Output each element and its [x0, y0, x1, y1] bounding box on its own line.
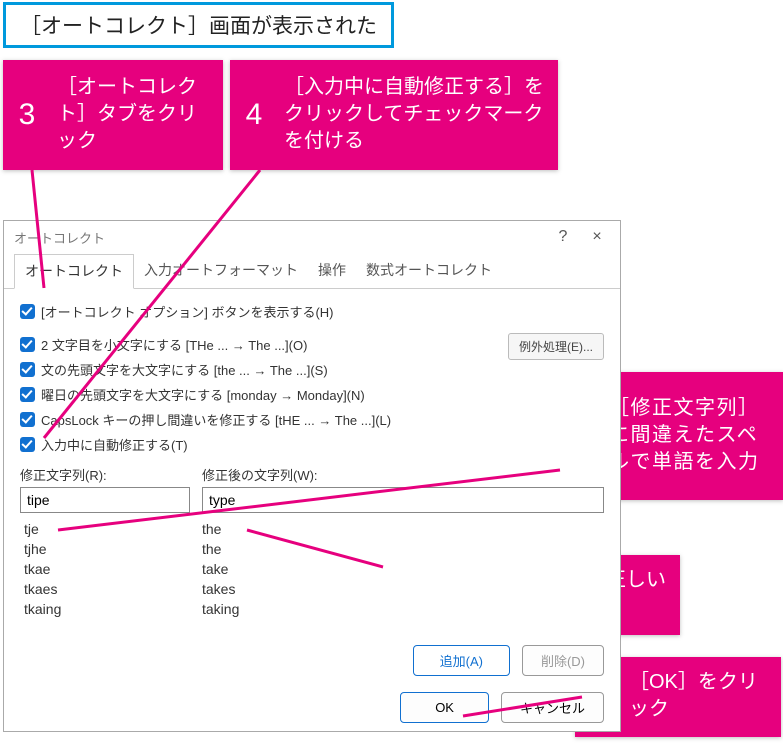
check-label: 曜日の先頭文字を大文字にする [monday → Monday](N): [41, 385, 365, 404]
page-heading: ［オートコレクト］画面が表示された: [3, 2, 394, 48]
add-button[interactable]: 追加(A): [413, 645, 510, 676]
check-capitalize-days[interactable]: 曜日の先頭文字を大文字にする [monday → Monday](N): [20, 382, 604, 407]
list-item[interactable]: tkaes takes: [20, 579, 604, 599]
callout-text: ［入力中に自動修正する］をクリックしてチェックマークを付ける: [278, 60, 558, 170]
checkmark-icon: [20, 362, 35, 377]
checkmark-icon: [20, 387, 35, 402]
check-replace-as-you-type[interactable]: 入力中に自動修正する(T): [20, 432, 604, 457]
callout-4: 4 ［入力中に自動修正する］をクリックしてチェックマークを付ける: [230, 60, 558, 170]
callout-text: ［修正文字列］に間違えたスペルで単語を入力: [603, 372, 783, 500]
check-label: CapsLock キーの押し間違いを修正する [tHE ... → The ..…: [41, 410, 391, 429]
callout-text: ［オートコレクト］タブをクリック: [51, 60, 223, 170]
dialog-pane: [オートコレクト オプション] ボタンを表示する(H) 2 文字目を小文字にする…: [4, 289, 620, 733]
list-replace: tkaing: [20, 601, 190, 617]
delete-button[interactable]: 削除(D): [522, 645, 604, 676]
checkmark-icon: [20, 304, 35, 319]
list-with: take: [202, 561, 604, 577]
replacement-list[interactable]: tje the tjhe the tkae take tkaes takes t…: [20, 519, 604, 639]
checkmark-icon: [20, 337, 35, 352]
cancel-button[interactable]: キャンセル: [501, 692, 604, 723]
list-with: taking: [202, 601, 604, 617]
tab-autoformat-typing[interactable]: 入力オートフォーマット: [134, 254, 308, 289]
check-fix-capslock[interactable]: CapsLock キーの押し間違いを修正する [tHE ... → The ..…: [20, 407, 604, 432]
list-replace: tjhe: [20, 541, 190, 557]
checkmark-icon: [20, 437, 35, 452]
callout-text: ［OK］をクリック: [623, 657, 781, 737]
dialog-tabs: オートコレクト 入力オートフォーマット 操作 数式オートコレクト: [4, 253, 620, 289]
close-button[interactable]: ×: [580, 228, 614, 246]
list-with: takes: [202, 581, 604, 597]
check-label: 文の先頭文字を大文字にする [the ... → The ...](S): [41, 360, 328, 379]
list-replace: tkae: [20, 561, 190, 577]
help-button[interactable]: ?: [546, 228, 580, 246]
list-with: the: [202, 521, 604, 537]
list-with: the: [202, 541, 604, 557]
list-item[interactable]: tjhe the: [20, 539, 604, 559]
callout-number: 4: [230, 60, 278, 170]
checkmark-icon: [20, 412, 35, 427]
dialog-title: オートコレクト: [14, 228, 546, 247]
tab-autocorrect[interactable]: オートコレクト: [14, 254, 134, 289]
check-label: 入力中に自動修正する(T): [41, 435, 188, 454]
list-item[interactable]: tje the: [20, 519, 604, 539]
list-replace: tkaes: [20, 581, 190, 597]
check-label: 2 文字目を小文字にする [THe ... → The ...](O): [41, 335, 307, 354]
list-replace: tje: [20, 521, 190, 537]
exceptions-button[interactable]: 例外処理(E)...: [508, 333, 604, 360]
dialog-titlebar: オートコレクト ? ×: [4, 221, 620, 253]
replace-input[interactable]: [20, 487, 190, 513]
autocorrect-dialog: オートコレクト ? × オートコレクト 入力オートフォーマット 操作 数式オート…: [3, 220, 621, 732]
tab-actions[interactable]: 操作: [308, 254, 356, 289]
list-item[interactable]: tkaing taking: [20, 599, 604, 619]
replace-label: 修正文字列(R):: [20, 465, 190, 484]
ok-button[interactable]: OK: [400, 692, 489, 723]
callout-number: 3: [3, 60, 51, 170]
check-show-options-button[interactable]: [オートコレクト オプション] ボタンを表示する(H): [20, 299, 604, 324]
check-capitalize-sentence[interactable]: 文の先頭文字を大文字にする [the ... → The ...](S): [20, 357, 604, 382]
list-item[interactable]: tkae take: [20, 559, 604, 579]
with-input[interactable]: [202, 487, 604, 513]
callout-3: 3 ［オートコレクト］タブをクリック: [3, 60, 223, 170]
with-label: 修正後の文字列(W):: [202, 465, 604, 484]
tab-math-autocorrect[interactable]: 数式オートコレクト: [356, 254, 502, 289]
check-label: [オートコレクト オプション] ボタンを表示する(H): [41, 302, 334, 321]
